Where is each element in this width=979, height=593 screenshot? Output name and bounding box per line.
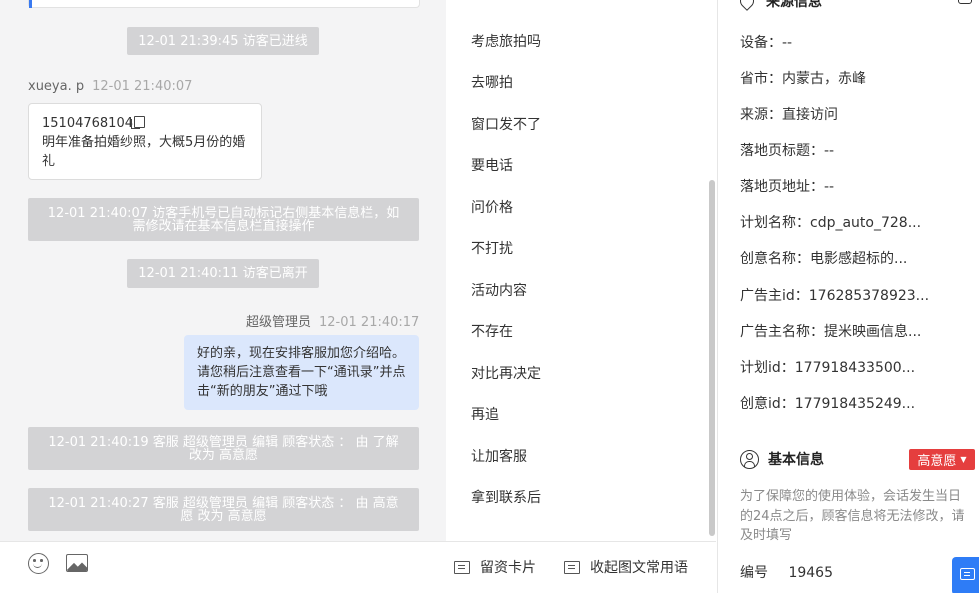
phrase-item[interactable]: 窗口发不了 xyxy=(471,114,541,134)
info-landing-title: 落地页标题：-- xyxy=(740,143,835,159)
agent-name: 超级管理员 xyxy=(246,315,312,330)
source-info-title: 来源信息 xyxy=(737,0,822,11)
message-icon xyxy=(564,560,580,574)
customer-info-panel: 来源信息 设备：-- 省市：内蒙古，赤峰 来源：直接访问 落地页标题：-- 落地… xyxy=(717,0,979,593)
info-device: 设备：-- xyxy=(740,35,793,51)
caret-down-icon: ▼ xyxy=(960,455,967,464)
emoji-icon[interactable] xyxy=(28,553,49,574)
phrase-item[interactable]: 再追 xyxy=(471,404,499,424)
copy-icon[interactable] xyxy=(130,116,145,129)
visitor-message-bubble: 15104768104 明年准备拍婚纱照，大概5月份的婚礼 xyxy=(28,103,262,180)
collapse-phrases-label: 收起图文常用语 xyxy=(590,560,688,576)
basic-info-label: 基本信息 xyxy=(768,452,824,468)
visitor-meta: xueya. p 12-01 21:40:07 xyxy=(28,79,192,94)
collapse-phrases-button[interactable]: 收起图文常用语 xyxy=(564,557,688,577)
visitor-phone-line: 15104768104 xyxy=(42,114,248,133)
leave-card-button[interactable]: 留资卡片 xyxy=(454,557,536,577)
phrase-item[interactable]: 考虑旅拍吗 xyxy=(471,31,541,51)
info-province: 省市：内蒙古，赤峰 xyxy=(740,71,866,87)
visitor-phone[interactable]: 15104768104 xyxy=(42,116,133,131)
phrase-item[interactable]: 让加客服 xyxy=(471,446,527,466)
card-accent xyxy=(29,0,32,8)
phrase-item[interactable]: 不存在 xyxy=(471,321,513,341)
card-icon xyxy=(454,560,470,574)
info-landing-url: 落地页地址：-- xyxy=(740,179,835,195)
app-root: 12-01 21:39:45 访客已进线 xueya. p 12-01 21:40… xyxy=(0,0,979,593)
phrase-item[interactable]: 去哪拍 xyxy=(471,72,513,92)
agent-meta: 超级管理员 12-01 21:40:17 xyxy=(246,311,419,330)
image-icon[interactable] xyxy=(66,554,88,572)
input-toolbar: 留资卡片 收起图文常用语 xyxy=(0,541,716,593)
chat-panel: 12-01 21:39:45 访客已进线 xueya. p 12-01 21:40… xyxy=(0,0,446,541)
info-source: 来源：直接访问 xyxy=(740,107,838,123)
edit-notice: 为了保障您的使用体验，会话发生当日的24点之后，顾客信息将无法修改，请及时填写 xyxy=(740,489,965,543)
chat-float-button[interactable] xyxy=(952,557,979,593)
phrase-item[interactable]: 拿到联系后 xyxy=(471,487,541,507)
info-plan-name: 计划名称：cdp_auto_728... xyxy=(740,215,922,231)
system-message: 12-01 21:40:27 客服 超级管理员 编辑 顾客状态 ： 由 高意愿 … xyxy=(28,488,419,531)
info-number: 编号 19465 xyxy=(740,562,833,582)
system-message: 12-01 21:40:11 访客已离开 xyxy=(127,259,319,288)
info-advertiser-name: 广告主名称：提米映画信息... xyxy=(740,324,922,340)
info-creative-name: 创意名称：电影感超标的... xyxy=(740,251,908,267)
info-advertiser-id: 广告主id：176285378923... xyxy=(740,288,930,304)
source-info-label: 来源信息 xyxy=(766,0,822,10)
edit-icon[interactable] xyxy=(958,0,972,4)
visitor-message-text: 明年准备拍婚纱照，大概5月份的婚礼 xyxy=(42,135,246,169)
number-label: 编号 xyxy=(740,565,768,581)
leave-card-label: 留资卡片 xyxy=(480,560,536,576)
location-icon xyxy=(737,0,757,11)
visitor-time: 12-01 21:40:07 xyxy=(92,79,193,94)
agent-message-bubble: 好的亲，现在安排客服加您介绍哈。请您稍后注意查看一下“通讯录”并点击“新的朋友”… xyxy=(184,335,419,410)
phrase-item[interactable]: 要电话 xyxy=(471,155,513,175)
system-message: 12-01 21:40:19 客服 超级管理员 编辑 顾客状态 ： 由 了解 改… xyxy=(28,427,419,470)
phrase-item[interactable]: 问价格 xyxy=(471,197,513,217)
phrase-item[interactable]: 活动内容 xyxy=(471,280,527,300)
basic-info-title: 基本信息 xyxy=(740,449,824,469)
phrase-item[interactable]: 对比再决定 xyxy=(471,363,541,383)
visitor-name: xueya. p xyxy=(28,79,85,94)
common-phrases-panel: 考虑旅拍吗去哪拍窗口发不了要电话问价格不打扰活动内容不存在对比再决定再追让加客服… xyxy=(454,0,716,541)
phrase-item[interactable]: 不打扰 xyxy=(471,238,513,258)
system-message: 12-01 21:40:07 访客手机号已自动标记右侧基本信息栏，如需修改请在基… xyxy=(28,198,419,241)
phrases-scrollbar[interactable] xyxy=(709,180,715,536)
info-plan-id: 计划id：177918433500... xyxy=(740,360,916,376)
intent-status-label: 高意愿 xyxy=(917,454,957,469)
system-message: 12-01 21:39:45 访客已进线 xyxy=(127,27,319,55)
info-creative-id: 创意id：177918435249... xyxy=(740,396,916,412)
agent-time: 12-01 21:40:17 xyxy=(319,315,420,330)
number-value: 19465 xyxy=(788,565,833,581)
user-icon xyxy=(740,449,759,469)
chat-icon xyxy=(960,568,975,580)
intent-status-dropdown[interactable]: 高意愿 ▼ xyxy=(909,449,975,470)
previous-message-card xyxy=(28,0,420,8)
